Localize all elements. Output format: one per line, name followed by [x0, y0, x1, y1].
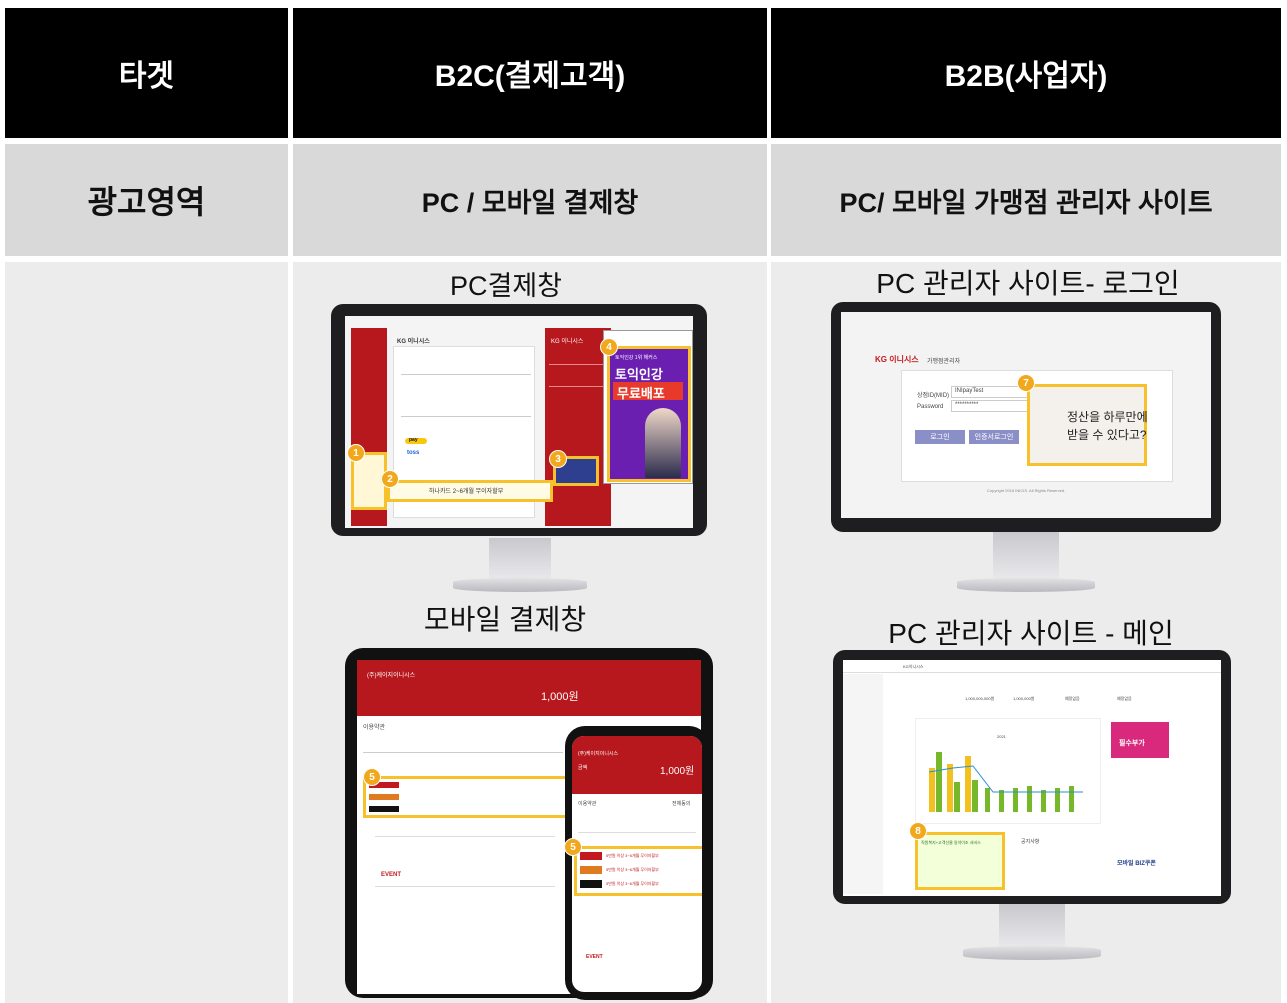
ad-line2: 토익인강: [615, 367, 663, 382]
phone-row-text-2: 5만원 이상 3~6개월 무이자할부: [606, 867, 659, 872]
ad-person: [645, 408, 681, 478]
tablet-merchant: (주)케이지이니시스: [367, 673, 416, 679]
right-red-panel: [545, 328, 611, 526]
header-cell-b2b: B2B(사업자): [771, 8, 1281, 138]
header-b2c-label: B2C(결제고객): [434, 60, 626, 93]
badge-1: 1: [347, 444, 365, 462]
notice-title: 공지사항: [1021, 839, 1040, 845]
tablet-badge-5: 5: [363, 768, 381, 786]
phone-merchant: (주)케이지이니시스: [578, 751, 619, 757]
pay-label: pay: [409, 437, 418, 443]
login-badge-7: 7: [1017, 374, 1035, 392]
card-banner-text: 하나카드 2~6개월 무이자할부: [429, 489, 504, 495]
b2b-main-caption: PC 관리자 사이트 - 메인: [888, 618, 1174, 649]
login-ad-highlight-7: [1027, 384, 1147, 466]
right-ad-text: 필수부가: [1119, 740, 1145, 747]
body-cell-empty: [5, 262, 288, 1003]
mobile-payment-caption: 모바일 결제창: [423, 604, 587, 635]
bar-chart-bars: [929, 752, 1074, 812]
subheader-ad-area-label: 광고영역: [87, 184, 206, 220]
login-brand: KG 이니시스: [875, 355, 919, 364]
badge-3: 3: [549, 450, 567, 468]
phone-agree-all: 전체동의: [672, 801, 691, 807]
main-banner-text: 직원복지+고객선물 일석이조 서비스: [921, 840, 981, 845]
chart-year: 2021: [997, 734, 1006, 739]
b2b-main-monitor: KG이니시스 1,000,000,000원 1,000,000원 예정없음 예정…: [833, 650, 1231, 966]
phone-amount: 1,000원: [660, 766, 695, 777]
login-copyright: Copyright 2018 INICIS. All Rights Reserv…: [987, 488, 1066, 493]
stat-3: 예정없음: [1065, 696, 1080, 701]
login-subtitle: 가맹점관리자: [927, 359, 961, 365]
phone-screen: (주)케이지이니시스 금액 1,000원 이용약관 전체동의 5만원 이상 3~…: [572, 736, 702, 992]
header-cell-target: 타겟: [5, 8, 288, 138]
phone-row-3[interactable]: [580, 880, 602, 888]
stat-2: 1,000,000원: [1013, 696, 1035, 701]
login-pw-value: **********: [955, 402, 979, 408]
phone-row-1[interactable]: [580, 852, 602, 860]
phone-terms: 이용약관: [578, 801, 597, 807]
phone-row-text-3: 5만원 이상 3~6개월 무이자할부: [606, 881, 659, 886]
subheader-b2c-label: PC / 모바일 결제창: [421, 187, 639, 218]
tablet-terms: 이용약관: [363, 725, 386, 731]
login-button[interactable]: 로그인: [915, 430, 965, 444]
header-cell-b2c: B2C(결제고객): [293, 8, 767, 138]
coupon-text: 모바일 BIZ쿠폰: [1117, 861, 1156, 867]
main-brand: KG이니시스: [903, 664, 924, 669]
subheader-cell-ad-area: 광고영역: [5, 144, 288, 256]
login-id-label: 상점ID(MID): [917, 393, 950, 399]
subheader-cell-b2b: PC/ 모바일 가맹점 관리자 사이트: [771, 144, 1281, 256]
phone-event: EVENT: [586, 954, 603, 960]
subheader-b2b-label: PC/ 모바일 가맹점 관리자 사이트: [839, 187, 1213, 218]
stat-4: 예정없음: [1117, 696, 1132, 701]
pc-brand: KG 이니시스: [397, 339, 430, 345]
login-id-value: INIpayTest: [955, 388, 984, 394]
b2b-login-monitor: KG 이니시스 가맹점관리자 상점ID(MID) INIpayTest Pass…: [831, 298, 1221, 594]
b2b-login-caption: PC 관리자 사이트- 로그인: [876, 268, 1180, 299]
toss-label: toss: [407, 450, 420, 456]
subheader-cell-b2c: PC / 모바일 결제창: [293, 144, 767, 256]
stat-1: 1,000,000,000원: [965, 696, 995, 701]
login-ad-text1: 정산을 하루만에: [1067, 410, 1148, 424]
phone-badge-5: 5: [564, 838, 582, 856]
tablet-amount: 1,000원: [541, 691, 579, 703]
badge-2: 2: [381, 470, 399, 488]
b2b-main-screen: KG이니시스 1,000,000,000원 1,000,000원 예정없음 예정…: [843, 660, 1221, 896]
tablet-event: EVENT: [381, 872, 402, 878]
pc-payment-monitor: KG 이니시스 pay toss KG 이니시스 토익인강 1위 해커스 토익인…: [331, 298, 707, 594]
cert-login-button[interactable]: 인증서로그인: [969, 430, 1019, 444]
phone-amount-label: 금액: [578, 765, 588, 771]
ad-line1: 토익인강 1위 해커스: [615, 355, 658, 361]
main-badge-8: 8: [909, 822, 927, 840]
pc-payment-screen: KG 이니시스 pay toss KG 이니시스 토익인강 1위 해커스 토익인…: [345, 316, 693, 528]
header-target-label: 타겟: [118, 60, 175, 93]
ad-line3: 무료배포: [617, 386, 665, 401]
bar-chart: [928, 752, 1083, 812]
phone-row-text-1: 5만원 이상 3~6개월 무이자할부: [606, 853, 659, 858]
phone-row-2[interactable]: [580, 866, 602, 874]
login-pw-label: Password: [917, 404, 944, 410]
badge-4: 4: [600, 338, 618, 356]
b2b-login-screen: KG 이니시스 가맹점관리자 상점ID(MID) INIpayTest Pass…: [841, 312, 1211, 518]
login-ad-text2: 받을 수 있다고?: [1067, 428, 1147, 442]
header-b2b-label: B2B(사업자): [944, 60, 1108, 93]
